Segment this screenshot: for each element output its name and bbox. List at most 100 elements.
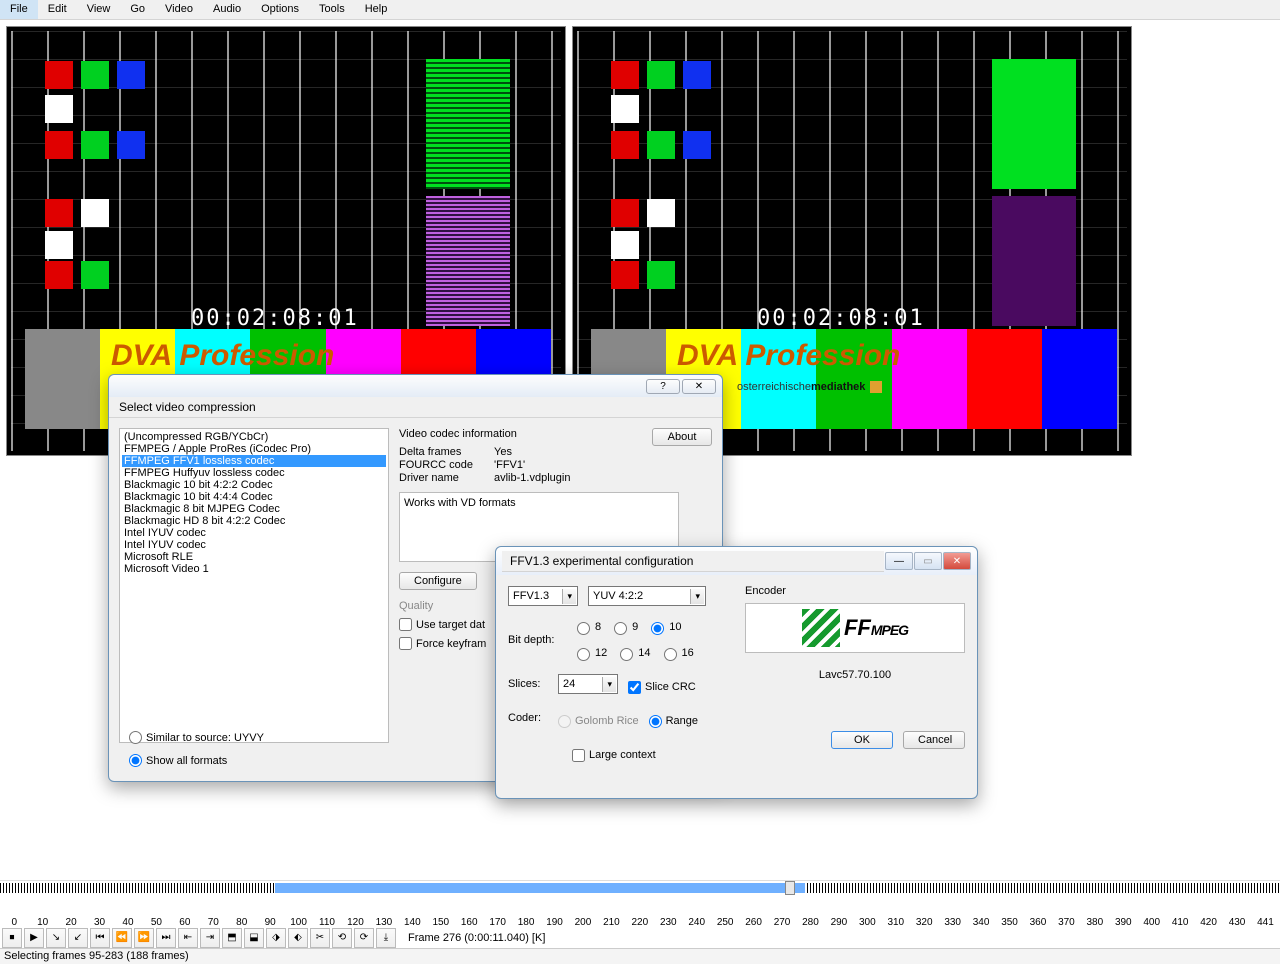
codec-item[interactable]: Blackmagic 10 bit 4:4:4 Codec [122, 491, 386, 503]
menu-help[interactable]: Help [355, 0, 398, 19]
chevron-down-icon: ▾ [562, 589, 576, 604]
large-context-checkbox[interactable] [572, 749, 585, 762]
timeline-playhead[interactable] [785, 881, 795, 895]
transport-button[interactable]: ⬖ [288, 928, 308, 948]
coder-golomb-radio [558, 715, 571, 728]
transport-button[interactable]: ⟲ [332, 928, 352, 948]
pixel-format-select[interactable]: YUV 4:2:2▾ [588, 586, 706, 606]
quality-label: Quality [399, 600, 459, 612]
timecode: 00:02:08:01 [757, 306, 925, 331]
similar-source-label: Similar to source: UYVY [146, 732, 264, 744]
bit-depth-16-label: 16 [682, 647, 694, 659]
codec-item[interactable]: Intel IYUV codec [122, 539, 386, 551]
slice-crc-checkbox[interactable] [628, 681, 641, 694]
codec-item[interactable]: Blackmagic 8 bit MJPEG Codec [122, 503, 386, 515]
bit-depth-12-label: 12 [595, 647, 607, 659]
codec-item[interactable]: Microsoft Video 1 [122, 563, 386, 575]
bit-depth-9-label: 9 [632, 621, 638, 633]
menu-options[interactable]: Options [251, 0, 309, 19]
transport-button[interactable]: ⏩ [134, 928, 154, 948]
encoder-label: Encoder [745, 585, 965, 597]
similar-source-radio[interactable] [129, 731, 142, 744]
ffv1-version-select[interactable]: FFV1.3▾ [508, 586, 578, 606]
minimize-button[interactable]: — [885, 552, 913, 570]
transport-button[interactable]: ⬗ [266, 928, 286, 948]
coder-range-radio[interactable] [649, 715, 662, 728]
cancel-button[interactable]: Cancel [903, 731, 965, 749]
about-button[interactable]: About [652, 428, 712, 446]
bit-depth-14-radio[interactable] [620, 648, 633, 661]
subbanner: osterreichischemediathek [737, 381, 882, 393]
transport-button[interactable]: ⟳ [354, 928, 374, 948]
codec-item[interactable]: FFMPEG FFV1 lossless codec [122, 455, 386, 467]
encoder-version: Lavc57.70.100 [745, 669, 965, 681]
ffmpeg-icon [802, 609, 840, 647]
codec-item[interactable]: Blackmagic 10 bit 4:2:2 Codec [122, 479, 386, 491]
transport-button[interactable]: ⏹ [2, 928, 22, 948]
bit-depth-14-label: 14 [638, 647, 650, 659]
timecode: 00:02:08:01 [191, 306, 359, 331]
codec-item[interactable]: Intel IYUV codec [122, 527, 386, 539]
bit-depth-9-radio[interactable] [614, 622, 627, 635]
menu-file[interactable]: File [0, 0, 38, 19]
menu-view[interactable]: View [77, 0, 121, 19]
transport-button[interactable]: ⏮ [90, 928, 110, 948]
help-button[interactable]: ? [646, 379, 680, 394]
fourcc-value: 'FFV1' [494, 459, 712, 471]
transport-button[interactable]: ⬓ [244, 928, 264, 948]
transport-button[interactable]: ⇤ [178, 928, 198, 948]
frame-readout: Frame 276 (0:00:11.040) [K] [408, 932, 545, 944]
driver-label: Driver name [399, 472, 494, 484]
encoder-logo: FFMPEG [745, 603, 965, 653]
timeline[interactable]: 0102030405060708090100110120130140150160… [0, 880, 1280, 928]
ok-button[interactable]: OK [831, 731, 893, 749]
menu-tools[interactable]: Tools [309, 0, 355, 19]
codec-item[interactable]: (Uncompressed RGB/YCbCr) [122, 431, 386, 443]
transport-button[interactable]: ✂ [310, 928, 330, 948]
target-datarate-label: Use target dat [416, 619, 485, 631]
bit-depth-8-radio[interactable] [577, 622, 590, 635]
target-datarate-checkbox[interactable] [399, 618, 412, 631]
transport-button[interactable]: ⏭ [156, 928, 176, 948]
close-button[interactable]: ✕ [943, 552, 971, 570]
bit-depth-10-label: 10 [669, 621, 681, 633]
dialog-title: Select video compression [109, 397, 722, 418]
codec-item[interactable]: FFMPEG Huffyuv lossless codec [122, 467, 386, 479]
codec-item[interactable]: Blackmagic HD 8 bit 4:2:2 Codec [122, 515, 386, 527]
menu-edit[interactable]: Edit [38, 0, 77, 19]
coder-golomb-label: Golomb Rice [575, 715, 639, 727]
menu-go[interactable]: Go [120, 0, 155, 19]
transport-button[interactable]: ⤓ [376, 928, 396, 948]
dialog-title: FFV1.3 experimental configuration [502, 551, 884, 572]
transport-button[interactable]: ⏪ [112, 928, 132, 948]
transport-button[interactable]: ▶ [24, 928, 44, 948]
transport-button[interactable]: ↙ [68, 928, 88, 948]
show-all-formats-radio[interactable] [129, 754, 142, 767]
large-context-label: Large context [589, 749, 656, 761]
dialog-titlebar: . ? ✕ [109, 375, 722, 397]
driver-value: avlib-1.vdplugin [494, 472, 712, 484]
menu-video[interactable]: Video [155, 0, 203, 19]
show-all-formats-label: Show all formats [146, 755, 227, 767]
transport-button[interactable]: ⇥ [200, 928, 220, 948]
slices-select[interactable]: 24▾ [558, 674, 618, 694]
delta-frames-value: Yes [494, 446, 712, 458]
bit-depth-10-radio[interactable] [651, 622, 664, 635]
delta-frames-label: Delta frames [399, 446, 494, 458]
codec-item[interactable]: Microsoft RLE [122, 551, 386, 563]
configure-button[interactable]: Configure [399, 572, 477, 590]
codec-list[interactable]: (Uncompressed RGB/YCbCr)FFMPEG / Apple P… [119, 428, 389, 743]
transport-button[interactable]: ⬒ [222, 928, 242, 948]
bit-depth-16-radio[interactable] [664, 648, 677, 661]
codec-item[interactable]: FFMPEG / Apple ProRes (iCodec Pro) [122, 443, 386, 455]
force-keyframes-checkbox[interactable] [399, 637, 412, 650]
close-button[interactable]: ✕ [682, 379, 716, 394]
transport-button[interactable]: ↘ [46, 928, 66, 948]
maximize-button[interactable]: ▭ [914, 552, 942, 570]
bit-depth-12-radio[interactable] [577, 648, 590, 661]
bit-depth-label: Bit depth: [508, 634, 562, 646]
transport-toolbar: ⏹▶↘↙⏮⏪⏩⏭⇤⇥⬒⬓⬗⬖✂⟲⟳⤓ Frame 276 (0:00:11.040… [0, 927, 1280, 949]
bit-depth-8-label: 8 [595, 621, 601, 633]
timeline-selection[interactable] [275, 883, 805, 893]
menu-audio[interactable]: Audio [203, 0, 251, 19]
